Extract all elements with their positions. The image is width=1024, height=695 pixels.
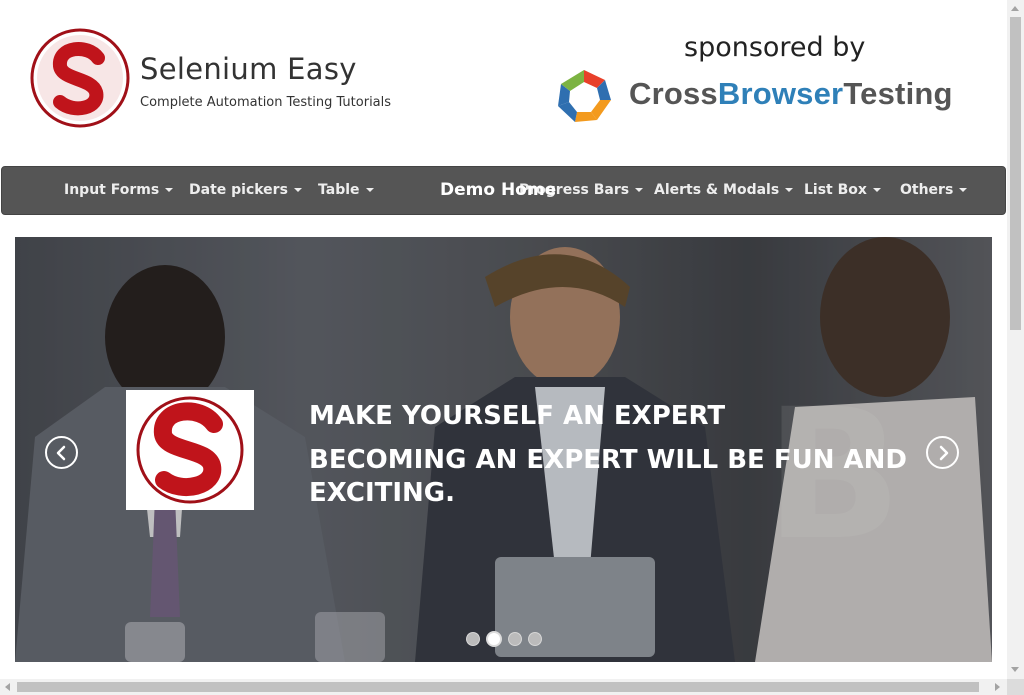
main-navbar: Input Forms Date pickers Table Progress … — [1, 166, 1006, 215]
scroll-right-arrow-icon[interactable] — [995, 683, 1000, 691]
caret-down-icon — [959, 188, 968, 192]
nav-list-box[interactable]: List Box — [804, 182, 881, 198]
crossbrowsertesting-logo-icon[interactable] — [553, 66, 615, 128]
sponsor-name-part3: Testing — [843, 76, 953, 111]
scroll-left-arrow-icon[interactable] — [5, 683, 10, 691]
selenium-easy-logo[interactable] — [30, 28, 130, 128]
caret-down-icon — [165, 188, 174, 192]
nav-table[interactable]: Table — [318, 182, 374, 198]
scroll-up-arrow-icon[interactable] — [1011, 6, 1019, 11]
sponsored-by-label: sponsored by — [684, 32, 866, 63]
slide-selenium-logo — [126, 390, 254, 510]
scrollbar-corner — [1007, 679, 1024, 695]
nav-alerts-modals-label: Alerts & Modals — [654, 182, 780, 198]
carousel-indicator-3[interactable] — [508, 632, 522, 646]
brand-title[interactable]: Selenium Easy — [140, 52, 357, 86]
sponsor-name-part2: Browser — [717, 76, 844, 111]
carousel-indicator-2[interactable] — [486, 631, 502, 647]
page-viewport: Selenium Easy Complete Automation Testin… — [0, 0, 1007, 679]
slide-headline-secondary: BECOMING AN EXPERT WILL BE FUN AND EXCIT… — [309, 445, 907, 508]
chevron-right-icon — [939, 445, 949, 461]
carousel-next-button[interactable] — [926, 436, 959, 469]
caret-down-icon — [872, 188, 881, 192]
nav-others[interactable]: Others — [900, 182, 968, 198]
sponsor-name-part1: Cross — [629, 76, 718, 111]
chevron-left-icon — [56, 445, 66, 461]
caret-down-icon — [293, 188, 302, 192]
scroll-down-arrow-icon[interactable] — [1011, 667, 1019, 672]
vertical-scrollbar-thumb[interactable] — [1010, 17, 1021, 330]
caret-down-icon — [785, 188, 794, 192]
carousel-indicator-1[interactable] — [466, 632, 480, 646]
brand-subtitle: Complete Automation Testing Tutorials — [140, 95, 392, 110]
hero-carousel: B MAKE YOURSELF AN EXPERT BECOMING AN EX… — [15, 237, 992, 662]
nav-demo-home[interactable]: Demo Home — [440, 180, 556, 200]
carousel-indicator-4[interactable] — [528, 632, 542, 646]
nav-alerts-modals[interactable]: Alerts & Modals — [654, 182, 794, 198]
vertical-scrollbar[interactable] — [1007, 0, 1024, 679]
caret-down-icon — [635, 188, 644, 192]
nav-table-label: Table — [318, 182, 360, 198]
nav-date-pickers-label: Date pickers — [189, 182, 288, 198]
nav-others-label: Others — [900, 182, 954, 198]
crossbrowsertesting-wordmark[interactable]: CrossBrowserTesting — [629, 76, 953, 112]
carousel-prev-button[interactable] — [45, 436, 78, 469]
caret-down-icon — [365, 188, 374, 192]
nav-input-forms[interactable]: Input Forms — [64, 182, 174, 198]
horizontal-scrollbar[interactable] — [0, 679, 1007, 695]
nav-input-forms-label: Input Forms — [64, 182, 160, 198]
slide-headline-primary: MAKE YOURSELF AN EXPERT — [309, 401, 726, 431]
nav-list-box-label: List Box — [804, 182, 867, 198]
nav-date-pickers[interactable]: Date pickers — [189, 182, 302, 198]
horizontal-scrollbar-thumb[interactable] — [17, 682, 979, 692]
carousel-indicators — [466, 631, 542, 647]
